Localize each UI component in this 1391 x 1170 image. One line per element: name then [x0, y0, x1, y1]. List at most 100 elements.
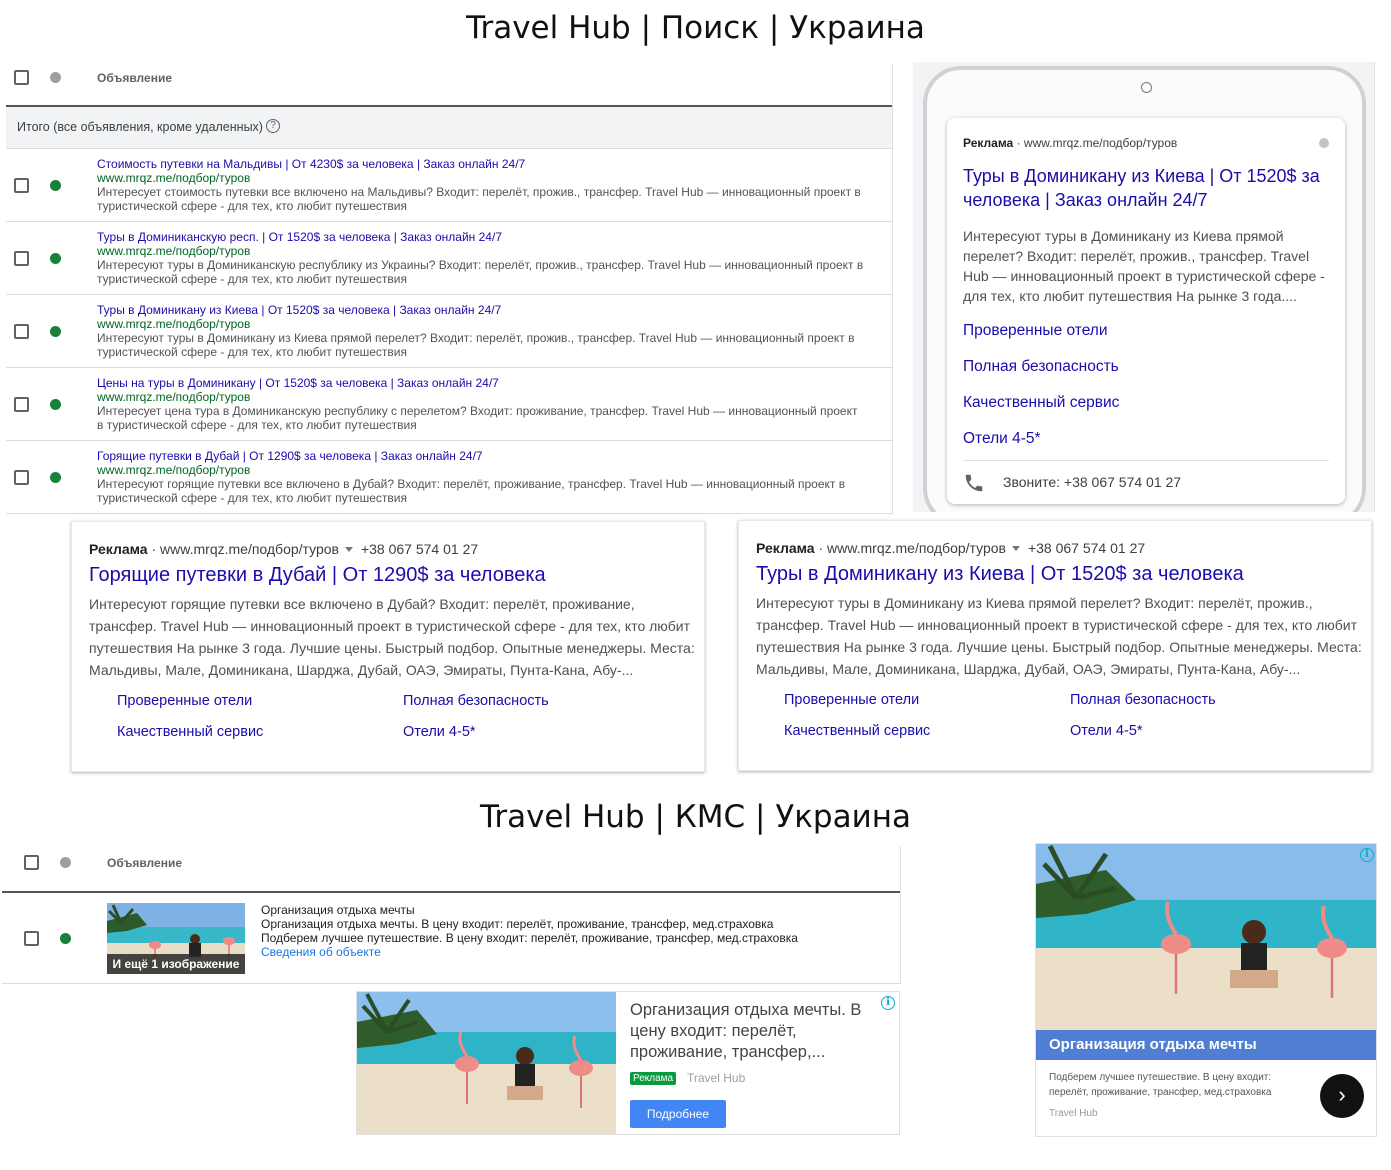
banner-image[interactable]	[357, 992, 616, 1134]
sitelink-quality-service[interactable]: Качественный сервис	[963, 394, 1119, 412]
mobile-ad-description: Интересуют туры в Доминикану из Киева пр…	[963, 228, 1325, 304]
table-header: Объявление	[6, 64, 892, 107]
sitelink-verified-hotels[interactable]: Проверенные отели	[117, 693, 252, 709]
table-row: Туры в Доминикану из Киева | От 1520$ за…	[6, 295, 892, 368]
status-active-dot	[60, 933, 71, 944]
more-images-overlay[interactable]: И ещё 1 изображение	[107, 954, 245, 974]
phone-icon[interactable]	[963, 472, 985, 494]
status-active-dot	[50, 326, 61, 337]
ad-headline[interactable]: Цены на туры в Доминикану | От 1520$ за …	[97, 376, 867, 390]
ad-description: Интересуют туры в Доминиканскую республи…	[97, 258, 864, 286]
search-section-title: Travel Hub | Поиск | Украина	[466, 10, 925, 46]
sitelink-full-safety[interactable]: Полная безопасность	[1070, 692, 1216, 708]
beach-flamingo-image	[357, 992, 616, 1134]
table-row: Цены на туры в Доминикану | От 1520$ за …	[6, 368, 892, 441]
column-header-ad[interactable]: Объявление	[107, 856, 182, 870]
divider	[963, 460, 1329, 461]
row-checkbox[interactable]	[14, 324, 29, 339]
display-banner-square[interactable]: i Организация отдыха мечты Подберем лучш…	[1035, 843, 1377, 1137]
ad-label: Реклама	[963, 136, 1014, 150]
dropdown-caret-icon[interactable]	[1011, 545, 1020, 551]
beach-flamingo-image	[1036, 844, 1376, 1034]
ad-headline[interactable]: Стоимость путевки на Мальдивы | От 4230$…	[97, 157, 867, 171]
ad-url: www.mrqz.me/подбор/туров	[97, 171, 251, 185]
desktop-ad-card: Реклама · www.mrqz.me/подбор/туров +38 06…	[738, 520, 1372, 771]
row-checkbox[interactable]	[14, 251, 29, 266]
banner-brand: Travel Hub	[687, 1071, 746, 1085]
ad-description: Интересуют горящие путевки все включено …	[89, 596, 695, 678]
table-row: И ещё 1 изображение Организация отдыха м…	[2, 893, 900, 984]
ad-headline: Организация отдыха мечты	[261, 903, 415, 917]
next-arrow-icon[interactable]: ›	[1320, 1074, 1364, 1118]
mobile-ad-headline[interactable]: Туры в Доминикану из Киева | От 1520$ за…	[963, 164, 1335, 212]
status-header-dot	[60, 857, 71, 868]
ad-url: www.mrqz.me/подбор/туров	[97, 244, 251, 258]
sitelink-quality-service[interactable]: Качественный сервис	[784, 723, 930, 739]
call-extension[interactable]: Звоните: +38 067 574 01 27	[1003, 474, 1181, 490]
info-icon[interactable]	[1319, 138, 1329, 148]
ad-description: Подберем лучшее путешествие. В цену вход…	[261, 931, 798, 945]
ad-phone[interactable]: +38 067 574 01 27	[361, 541, 478, 557]
object-details-link[interactable]: Сведения об объекте	[261, 945, 881, 959]
sitelink-full-safety[interactable]: Полная безопасность	[963, 358, 1119, 376]
banner-description: Подберем лучшее путешествие. В цену вход…	[1049, 1072, 1272, 1098]
ad-display-url[interactable]: www.mrqz.me/подбор/туров	[160, 541, 339, 557]
status-header-dot	[50, 72, 61, 83]
ad-display-url[interactable]: www.mrqz.me/подбор/туров	[1024, 136, 1177, 150]
adchoices-info-icon[interactable]: i	[1360, 848, 1374, 862]
row-checkbox[interactable]	[14, 397, 29, 412]
table-row: Стоимость путевки на Мальдивы | От 4230$…	[6, 149, 892, 222]
ad-image-thumbnail[interactable]: И ещё 1 изображение	[107, 903, 245, 974]
sitelink-verified-hotels[interactable]: Проверенные отели	[784, 692, 919, 708]
ad-label: Реклама	[756, 540, 815, 556]
sitelink-hotels-4-5[interactable]: Отели 4-5*	[1070, 723, 1143, 739]
display-ads-table: Объявление И ещё 1 изображение Организац…	[2, 846, 901, 984]
more-button[interactable]: Подробнее	[630, 1100, 726, 1128]
status-active-dot	[50, 399, 61, 410]
dropdown-caret-icon[interactable]	[344, 546, 353, 552]
ad-badge: Реклама	[630, 1072, 677, 1085]
sitelink-verified-hotels[interactable]: Проверенные отели	[963, 322, 1108, 340]
total-label: Итого (все объявления, кроме удаленных)	[17, 120, 263, 134]
desktop-ad-card: Реклама · www.mrqz.me/подбор/туров +38 06…	[71, 521, 705, 772]
status-active-dot	[50, 472, 61, 483]
banner-headline[interactable]: Организация отдыха мечты	[1036, 1030, 1376, 1060]
ad-headline[interactable]: Горящие путевки в Дубай | От 1290$ за че…	[89, 564, 546, 587]
ad-description: Интересуют туры в Доминикану из Киева пр…	[756, 595, 1362, 677]
select-all-checkbox[interactable]	[14, 70, 29, 85]
display-banner-horizontal[interactable]: Организация отдыха мечты. В цену входит:…	[356, 991, 900, 1135]
ad-headline[interactable]: Туры в Доминикану из Киева | От 1520$ за…	[97, 303, 867, 317]
sitelink-quality-service[interactable]: Качественный сервис	[117, 724, 263, 740]
banner-brand: Travel Hub	[1049, 1108, 1098, 1119]
table-row: Туры в Доминиканскую респ. | От 1520$ за…	[6, 222, 892, 295]
row-checkbox[interactable]	[14, 178, 29, 193]
sitelink-hotels-4-5[interactable]: Отели 4-5*	[963, 430, 1041, 448]
ad-display-url[interactable]: www.mrqz.me/подбор/туров	[827, 540, 1006, 556]
phone-frame: Реклама · www.mrqz.me/подбор/туров Туры …	[923, 66, 1366, 512]
mobile-ad-meta: Реклама · www.mrqz.me/подбор/туров	[963, 136, 1178, 150]
sitelink-hotels-4-5[interactable]: Отели 4-5*	[403, 724, 476, 740]
row-checkbox[interactable]	[14, 470, 29, 485]
table-row: Горящие путевки в Дубай | От 1290$ за че…	[6, 441, 892, 514]
sitelink-full-safety[interactable]: Полная безопасность	[403, 693, 549, 709]
ad-description: Интересуют горящие путевки все включено …	[97, 477, 846, 505]
row-checkbox[interactable]	[24, 931, 39, 946]
kms-section-title: Travel Hub | КМС | Украина	[479, 799, 912, 835]
status-active-dot	[50, 180, 61, 191]
total-row: Итого (все объявления, кроме удаленных) …	[6, 107, 892, 149]
adchoices-info-icon[interactable]: i	[881, 996, 895, 1010]
banner-text[interactable]: Организация отдыха мечты. В цену входит:…	[630, 1000, 880, 1063]
ad-headline[interactable]: Туры в Доминикану из Киева | От 1520$ за…	[756, 563, 1244, 586]
help-icon[interactable]: ?	[266, 119, 280, 133]
column-header-ad[interactable]: Объявление	[97, 71, 172, 85]
ad-meta: Реклама · www.mrqz.me/подбор/туров +38 06…	[756, 540, 1146, 556]
select-all-checkbox[interactable]	[24, 855, 39, 870]
ad-headline[interactable]: Туры в Доминиканскую респ. | От 1520$ за…	[97, 230, 867, 244]
status-active-dot	[50, 253, 61, 264]
ad-url: www.mrqz.me/подбор/туров	[97, 463, 251, 477]
ad-phone[interactable]: +38 067 574 01 27	[1028, 540, 1145, 556]
ad-description: Интересует цена тура в Доминиканскую рес…	[97, 404, 858, 432]
banner-image[interactable]	[1036, 844, 1376, 1034]
ad-headline[interactable]: Горящие путевки в Дубай | От 1290$ за че…	[97, 449, 867, 463]
ad-meta: Реклама · www.mrqz.me/подбор/туров +38 06…	[89, 541, 479, 557]
